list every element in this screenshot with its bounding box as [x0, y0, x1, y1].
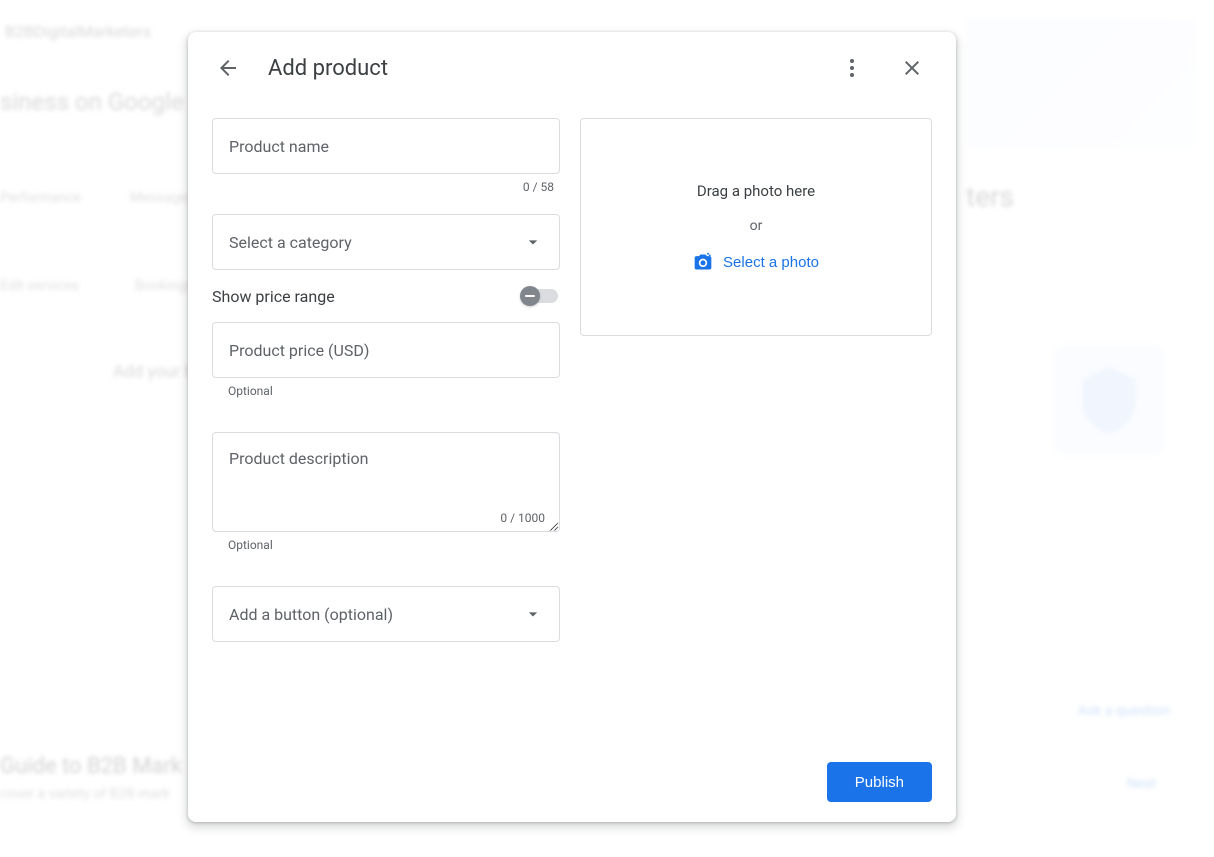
- price-range-toggle-row: Show price range: [212, 286, 560, 306]
- dialog-header: Add product: [188, 32, 956, 100]
- more-vert-icon: [840, 56, 864, 80]
- arrow-left-icon: [216, 56, 240, 80]
- chevron-down-icon: [523, 604, 543, 624]
- select-photo-button[interactable]: Select a photo: [693, 252, 819, 272]
- resize-handle-icon[interactable]: [547, 519, 557, 529]
- add-product-dialog: Add product Product name 0 / 58 Select a…: [188, 32, 956, 822]
- product-description-helper: Optional: [212, 538, 560, 552]
- select-photo-label: Select a photo: [723, 254, 819, 271]
- dropzone-or-text: or: [750, 218, 763, 234]
- category-label: Select a category: [229, 233, 352, 252]
- product-name-input[interactable]: Product name: [212, 118, 560, 174]
- more-options-button[interactable]: [832, 48, 872, 88]
- add-button-label: Add a button (optional): [229, 605, 393, 624]
- close-button[interactable]: [892, 48, 932, 88]
- dropzone-drag-text: Drag a photo here: [697, 182, 815, 200]
- price-range-label: Show price range: [212, 287, 335, 306]
- product-description-label: Product description: [229, 449, 551, 468]
- product-name-counter: 0 / 58: [212, 180, 560, 194]
- price-range-toggle[interactable]: [520, 286, 560, 306]
- photo-dropzone[interactable]: Drag a photo here or Select a photo: [580, 118, 932, 336]
- chevron-down-icon: [523, 232, 543, 252]
- publish-button[interactable]: Publish: [827, 762, 932, 802]
- dialog-body: Product name 0 / 58 Select a category Sh…: [188, 100, 956, 746]
- product-description-input[interactable]: Product description 0 / 1000: [212, 432, 560, 532]
- category-select[interactable]: Select a category: [212, 214, 560, 270]
- product-price-helper: Optional: [212, 384, 560, 398]
- toggle-thumb: [520, 286, 540, 306]
- dialog-title: Add product: [268, 56, 812, 81]
- add-button-select[interactable]: Add a button (optional): [212, 586, 560, 642]
- form-right-column: Drag a photo here or Select a photo: [580, 118, 932, 746]
- back-button[interactable]: [208, 48, 248, 88]
- close-icon: [900, 56, 924, 80]
- product-name-label: Product name: [229, 137, 329, 156]
- form-left-column: Product name 0 / 58 Select a category Sh…: [212, 118, 560, 746]
- add-photo-icon: [693, 252, 713, 272]
- product-description-counter: 0 / 1000: [500, 511, 545, 525]
- product-price-input[interactable]: Product price (USD): [212, 322, 560, 378]
- dialog-footer: Publish: [188, 746, 956, 822]
- product-price-label: Product price (USD): [229, 341, 369, 360]
